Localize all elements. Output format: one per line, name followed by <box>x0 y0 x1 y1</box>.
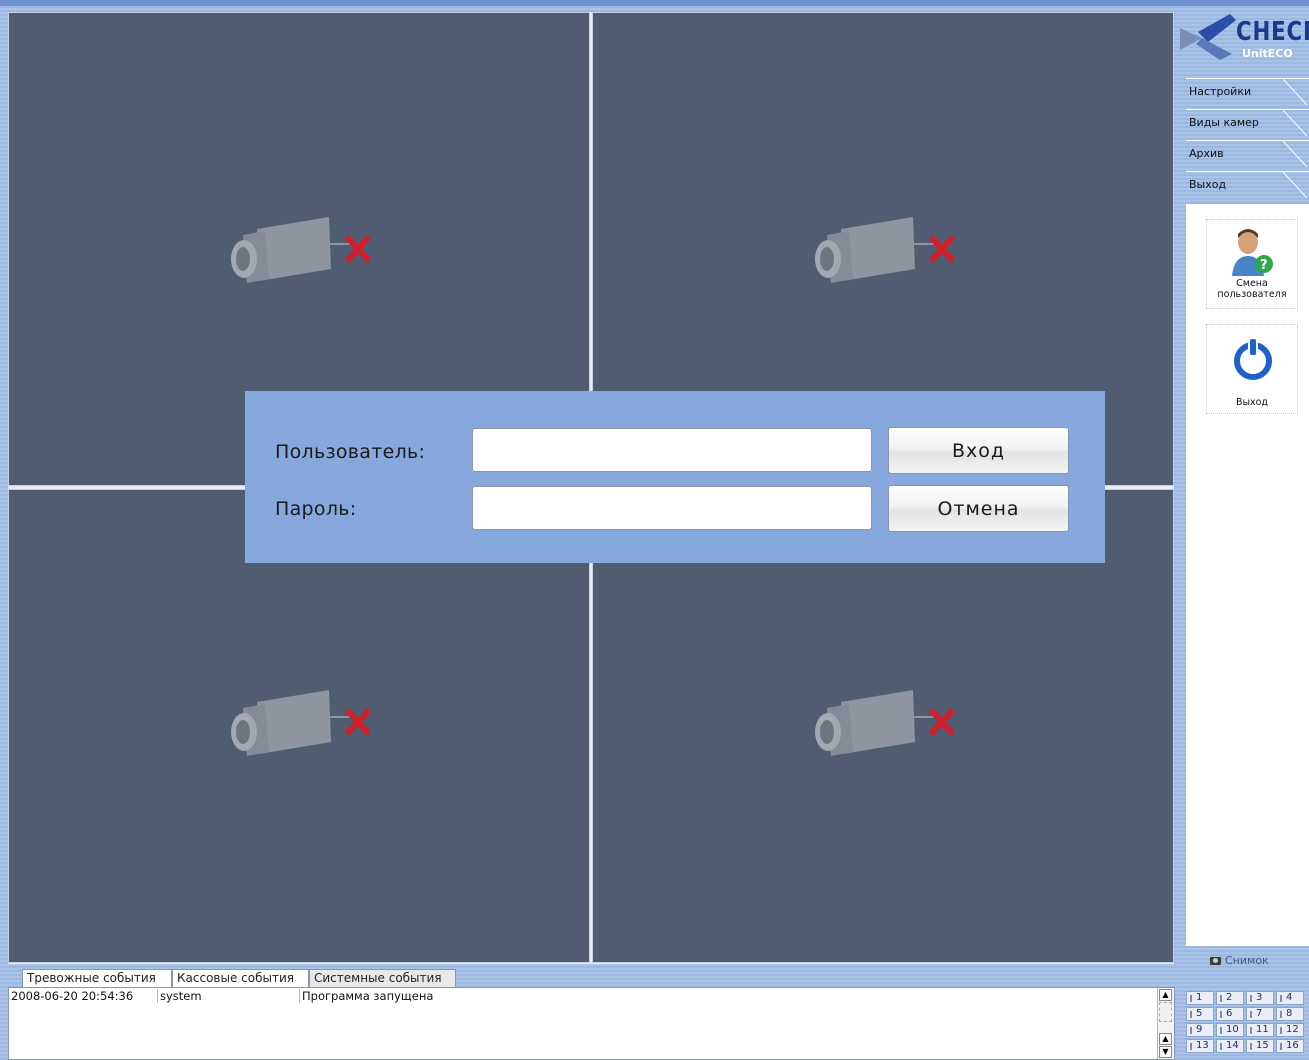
event-list-scrollbar[interactable]: ▲ ▲ ▼ <box>1157 988 1174 1059</box>
tab-system-events[interactable]: Системные события <box>309 969 456 987</box>
camera-number-button[interactable]: 13 <box>1186 1039 1214 1053</box>
camera-number-button[interactable]: 2 <box>1216 991 1244 1005</box>
camera-number-button[interactable]: 3 <box>1246 991 1274 1005</box>
menu-camera-views-label: Виды камер <box>1189 116 1259 129</box>
exit-button[interactable]: Выход <box>1206 324 1298 414</box>
cancel-button[interactable]: Отмена <box>888 485 1069 532</box>
camera-number-button[interactable]: 15 <box>1246 1039 1274 1053</box>
password-label: Пароль: <box>275 498 357 520</box>
change-user-button[interactable]: ? Смена пользователя <box>1206 219 1298 309</box>
exit-label: Выход <box>1235 397 1269 408</box>
svg-text:?: ? <box>1260 258 1268 273</box>
menu-exit[interactable]: Выход <box>1186 171 1309 199</box>
camera-offline-icon <box>815 217 956 283</box>
tab-alarm-events[interactable]: Тревожные события <box>22 969 172 987</box>
camera-number-button[interactable]: 12 <box>1276 1023 1304 1037</box>
tab-cash-events-label: Кассовые события <box>177 971 294 985</box>
tab-slant-icon <box>1283 110 1308 137</box>
camera-number-grid: 1 2 3 4 5 6 7 8 9 10 11 12 13 14 15 16 <box>1186 991 1309 1060</box>
camera-number-button[interactable]: 11 <box>1246 1023 1274 1037</box>
camera-number-button[interactable]: 8 <box>1276 1007 1304 1021</box>
change-user-label: Смена пользователя <box>1217 278 1287 300</box>
scroll-up-icon[interactable]: ▲ <box>1159 989 1172 1001</box>
change-user-icon: ? <box>1232 229 1273 276</box>
login-button[interactable]: Вход <box>888 427 1069 474</box>
user-label: Пользователь: <box>275 441 426 463</box>
menu-exit-label: Выход <box>1189 178 1227 191</box>
camera-number-button[interactable]: 14 <box>1216 1039 1244 1053</box>
event-time: 2008-06-20 20:54:36 <box>11 989 134 1003</box>
menu-settings-label: Настройки <box>1189 85 1252 98</box>
logo-mark-icon <box>1180 14 1236 60</box>
menu-settings[interactable]: Настройки <box>1186 78 1309 106</box>
tab-cash-events[interactable]: Кассовые события <box>172 969 309 987</box>
event-source: system <box>157 989 300 1003</box>
camera-offline-icon <box>231 217 372 283</box>
camera-offline-icon <box>815 690 956 756</box>
tab-slant-icon <box>1283 141 1308 168</box>
camera-icon <box>1210 956 1221 965</box>
scroll-down-icon[interactable]: ▼ <box>1159 1046 1172 1058</box>
tab-alarm-events-label: Тревожные события <box>27 971 156 985</box>
snapshot-label: Снимок <box>1225 954 1269 967</box>
user-input[interactable] <box>472 428 872 472</box>
camera-number-button[interactable]: 7 <box>1246 1007 1274 1021</box>
tab-slant-icon <box>1283 172 1308 199</box>
event-message: Программа запущена <box>299 989 902 1003</box>
camera-number-button[interactable]: 10 <box>1216 1023 1244 1037</box>
event-list: 2008-06-20 20:54:36 system Программа зап… <box>8 987 1175 1060</box>
camera-number-button[interactable]: 1 <box>1186 991 1214 1005</box>
logo-brand: CHECK <box>1236 17 1309 47</box>
menu-archive[interactable]: Архив <box>1186 140 1309 168</box>
camera-number-button[interactable]: 4 <box>1276 991 1304 1005</box>
action-panel: ? Смена пользователя Выход <box>1186 204 1309 946</box>
tab-slant-icon <box>1283 79 1308 106</box>
top-strip <box>0 0 1309 6</box>
menu-archive-label: Архив <box>1189 147 1224 160</box>
tab-system-events-label: Системные события <box>314 971 442 985</box>
power-icon <box>1234 337 1272 380</box>
camera-offline-icon <box>231 690 372 756</box>
camera-number-button[interactable]: 5 <box>1186 1007 1214 1021</box>
check-logo: CHECK UnitECO <box>1180 10 1309 70</box>
camera-number-button[interactable]: 16 <box>1276 1039 1304 1053</box>
password-input[interactable] <box>472 486 872 530</box>
camera-number-button[interactable]: 6 <box>1216 1007 1244 1021</box>
snapshot-button[interactable]: Снимок <box>1210 954 1269 967</box>
scroll-thumb[interactable] <box>1159 1002 1172 1022</box>
menu-camera-views[interactable]: Виды камер <box>1186 109 1309 137</box>
logo-sub: UnitECO <box>1242 47 1293 60</box>
list-item[interactable]: 2008-06-20 20:54:36 system Программа зап… <box>9 988 1157 1004</box>
login-dialog: Пользователь: Вход Пароль: Отмена <box>245 391 1105 563</box>
scroll-page-up-icon[interactable]: ▲ <box>1159 1033 1172 1045</box>
camera-number-button[interactable]: 9 <box>1186 1023 1214 1037</box>
